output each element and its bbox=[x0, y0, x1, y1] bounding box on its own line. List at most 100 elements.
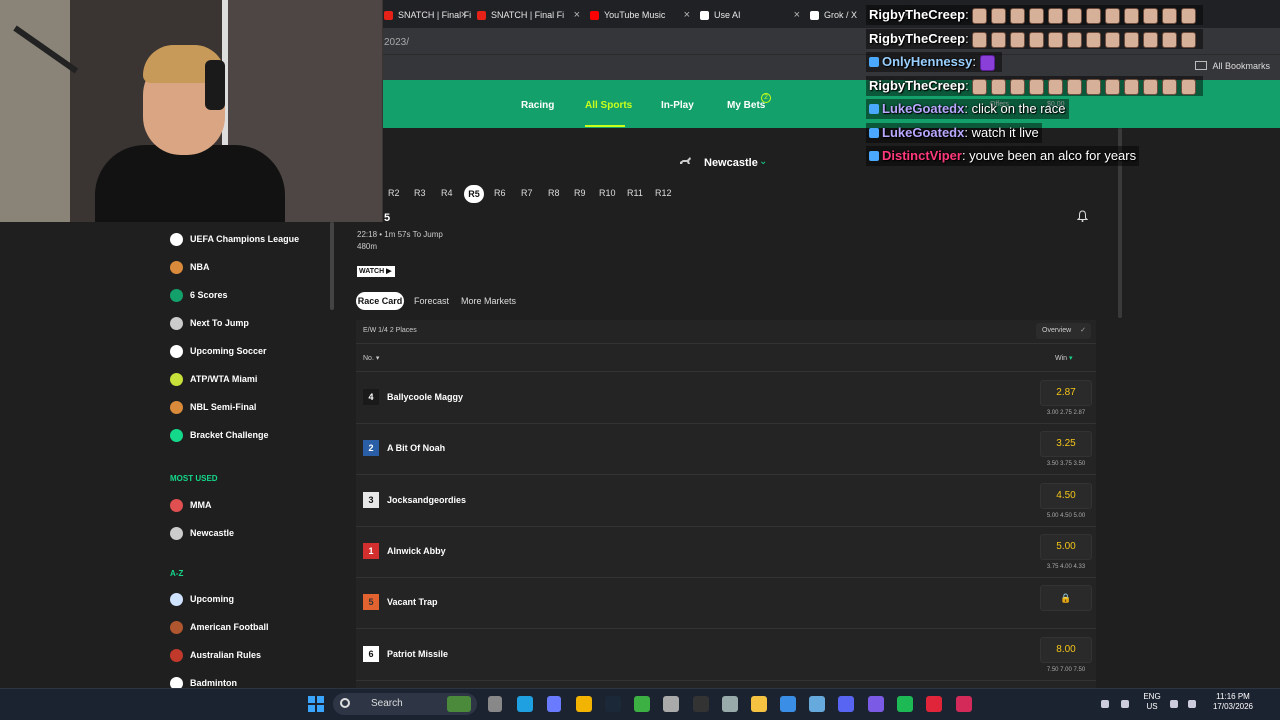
column-no-header[interactable]: No. ▾ bbox=[363, 354, 379, 362]
win-price-button[interactable]: 4.50 bbox=[1040, 482, 1092, 509]
race-tab-r11[interactable]: R11 bbox=[627, 188, 643, 198]
race-tab-r8[interactable]: R8 bbox=[548, 188, 560, 198]
sidebar-item-label: Badminton bbox=[190, 678, 237, 688]
sidebar-item[interactable]: Newcastle bbox=[170, 525, 234, 541]
sidebar-item[interactable]: NBA bbox=[170, 259, 210, 275]
race-tab-r9[interactable]: R9 bbox=[574, 188, 586, 198]
sidebar-item[interactable]: Upcoming bbox=[170, 591, 234, 607]
nav-my-bets[interactable]: My Bets bbox=[727, 100, 765, 111]
network-icon[interactable] bbox=[1170, 700, 1178, 708]
discord-icon[interactable] bbox=[838, 696, 854, 712]
close-icon[interactable]: × bbox=[574, 9, 580, 21]
task-view-icon[interactable] bbox=[488, 696, 502, 712]
race-tab-r2[interactable]: R2 bbox=[388, 188, 400, 198]
microphone-icon[interactable] bbox=[1121, 700, 1129, 708]
emote-icon bbox=[1029, 8, 1045, 25]
runner-name[interactable]: Jocksandgeordies bbox=[387, 495, 466, 505]
tab-more-markets[interactable]: More Markets bbox=[461, 296, 516, 306]
xbox-icon[interactable] bbox=[634, 696, 650, 712]
spotify-icon[interactable] bbox=[897, 696, 913, 712]
app-icon[interactable] bbox=[809, 696, 825, 712]
chevron-down-icon[interactable]: ⌄ bbox=[759, 156, 767, 167]
nav-in-play[interactable]: In-Play bbox=[661, 100, 694, 111]
bell-icon[interactable] bbox=[1077, 210, 1088, 222]
close-icon[interactable]: × bbox=[794, 9, 800, 21]
race-tab-r12[interactable]: R12 bbox=[655, 188, 672, 198]
nav-all-sports[interactable]: All Sports bbox=[585, 100, 632, 111]
sidebar-item[interactable]: 6 Scores bbox=[170, 287, 228, 303]
browser-tab[interactable]: YouTube Music × bbox=[586, 4, 696, 26]
overview-toggle[interactable]: Overview ✓ bbox=[1036, 323, 1091, 339]
app-icon[interactable] bbox=[956, 696, 972, 712]
close-icon[interactable]: × bbox=[684, 9, 690, 21]
store-icon[interactable] bbox=[780, 696, 796, 712]
race-tab-r3[interactable]: R3 bbox=[414, 188, 426, 198]
sidebar-item[interactable]: Upcoming Soccer bbox=[170, 343, 267, 359]
venue-selector[interactable]: Newcastle bbox=[704, 157, 758, 169]
runner-row[interactable]: 5 Vacant Trap 🔒 bbox=[356, 577, 1096, 628]
sidebar-item[interactable]: MMA bbox=[170, 497, 212, 513]
sidebar-item[interactable]: Australian Rules bbox=[170, 647, 261, 663]
column-win-header[interactable]: Win ▾ bbox=[1055, 354, 1073, 362]
close-icon[interactable]: × bbox=[461, 9, 467, 21]
runner-row[interactable]: 6 Patriot Missile 8.00 7.50 7.00 7.50 bbox=[356, 629, 1096, 680]
chat-colon: : bbox=[965, 77, 973, 93]
app-icon[interactable] bbox=[547, 696, 561, 712]
race-tab-r7[interactable]: R7 bbox=[521, 188, 533, 198]
race-tab-r6[interactable]: R6 bbox=[494, 188, 506, 198]
race-tab-r10[interactable]: R10 bbox=[599, 188, 616, 198]
app-icon[interactable] bbox=[926, 696, 942, 712]
runner-name[interactable]: Patriot Missile bbox=[387, 649, 448, 659]
runner-row[interactable]: 2 A Bit Of Noah 3.25 3.50 3.75 3.50 bbox=[356, 423, 1096, 474]
nav-racing[interactable]: Racing bbox=[521, 100, 554, 111]
race-tab-r4[interactable]: R4 bbox=[441, 188, 453, 198]
address-text[interactable]: 2023/ bbox=[384, 37, 409, 48]
browser-tab[interactable]: SNATCH | Final Fi × bbox=[473, 4, 586, 26]
runner-name[interactable]: Vacant Trap bbox=[387, 597, 438, 607]
chevron-up-icon[interactable] bbox=[1101, 700, 1109, 708]
folder-icon[interactable] bbox=[751, 696, 767, 712]
sidebar-scrollbar[interactable] bbox=[330, 222, 334, 310]
sidebar-item[interactable]: NBL Semi-Final bbox=[170, 399, 256, 415]
runner-row[interactable]: 1 Alnwick Abby 5.00 3.75 4.00 4.33 bbox=[356, 526, 1096, 577]
price-fluctuations: 3.75 4.00 4.33 bbox=[1046, 563, 1086, 570]
runner-row[interactable]: 4 Ballycoole Maggy 2.87 3.00 2.75 2.87 bbox=[356, 372, 1096, 423]
runner-name[interactable]: Ballycoole Maggy bbox=[387, 392, 463, 402]
sidebar-item[interactable]: Bracket Challenge bbox=[170, 427, 269, 443]
edge-icon[interactable] bbox=[517, 696, 533, 712]
tab-favicon-icon bbox=[590, 10, 599, 20]
sidebar-item[interactable]: ATP/WTA Miami bbox=[170, 371, 257, 387]
emote-icon bbox=[1029, 78, 1045, 95]
all-bookmarks-button[interactable]: All Bookmarks bbox=[1195, 61, 1270, 71]
steam-icon[interactable] bbox=[605, 696, 621, 712]
tab-forecast[interactable]: Forecast bbox=[414, 296, 449, 306]
sidebar-item[interactable]: UEFA Champions League bbox=[170, 231, 299, 247]
sidebar-item[interactable]: Next To Jump bbox=[170, 315, 249, 331]
win-price-button[interactable]: 8.00 bbox=[1040, 636, 1092, 663]
language-indicator[interactable]: ENG US bbox=[1141, 692, 1163, 712]
runner-name[interactable]: A Bit Of Noah bbox=[387, 443, 445, 453]
win-price-button[interactable]: 2.87 bbox=[1040, 380, 1092, 406]
settings-icon[interactable] bbox=[722, 696, 738, 712]
chrome-icon[interactable] bbox=[576, 696, 592, 712]
race-tab-r5[interactable]: R5 bbox=[464, 185, 484, 203]
browser-tab[interactable]: SNATCH | Final Fi × bbox=[380, 4, 473, 26]
emote-icon bbox=[1105, 8, 1121, 25]
runner-row[interactable]: 3 Jocksandgeordies 4.50 5.00 4.50 5.00 bbox=[356, 475, 1096, 526]
win-price-button[interactable]: 5.00 bbox=[1040, 533, 1092, 560]
volume-icon[interactable] bbox=[1188, 700, 1196, 708]
sidebar-item[interactable]: American Football bbox=[170, 619, 269, 635]
runner-name[interactable]: Alnwick Abby bbox=[387, 546, 446, 556]
win-price-button[interactable]: 3.25 bbox=[1040, 431, 1092, 458]
windows-start-icon[interactable] bbox=[308, 696, 324, 712]
browser-icon[interactable] bbox=[447, 696, 471, 712]
webcam-person-body bbox=[95, 145, 285, 222]
clock[interactable]: 11:16 PM 17/03/2026 bbox=[1206, 692, 1260, 712]
app-icon[interactable] bbox=[663, 696, 679, 712]
epic-icon[interactable] bbox=[693, 696, 709, 712]
app-icon[interactable] bbox=[868, 696, 884, 712]
browser-tab[interactable]: Use AI × bbox=[696, 4, 806, 26]
watch-button[interactable]: WATCH ▶ bbox=[357, 266, 395, 277]
tab-race-card[interactable]: Race Card bbox=[356, 292, 404, 310]
sidebar-section-a-z: A-Z bbox=[170, 569, 184, 578]
